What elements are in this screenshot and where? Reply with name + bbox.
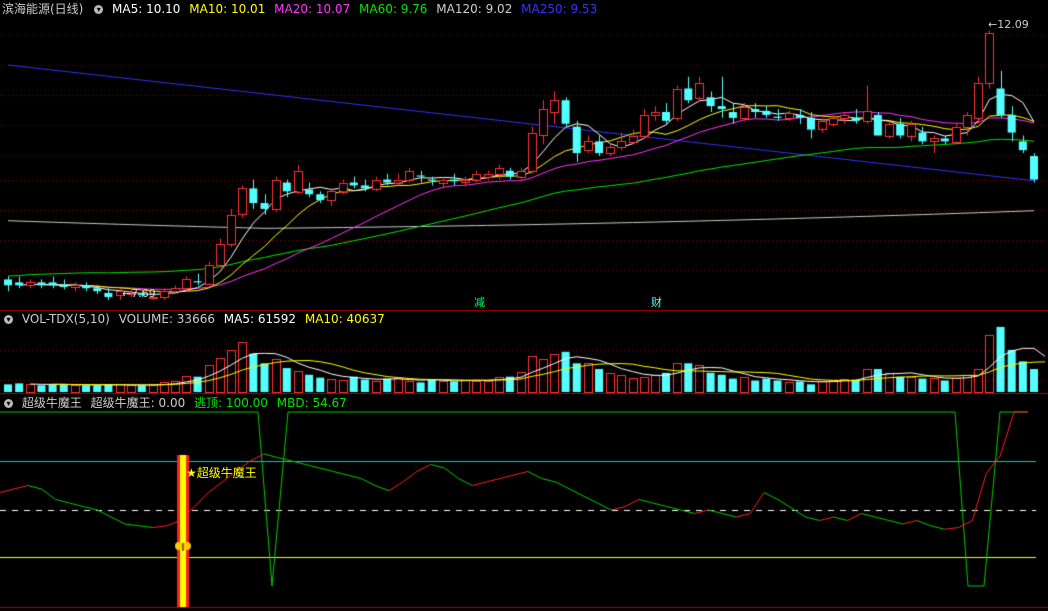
volume-ma5: MA5: 61592 [223,312,297,326]
ma10-value: MA10: 10.01 [189,2,266,16]
indicator-toggle-icon[interactable]: ▾ [4,399,13,408]
low-price-label: 7.69 [131,287,156,300]
low-price-marker: ←7.69 [122,287,156,300]
volume-value: VOLUME: 33666 [118,312,215,326]
stock-chart-canvas[interactable] [0,0,1048,611]
event-marker-finance[interactable]: 财 [651,294,662,310]
high-price-label: 12.09 [997,18,1029,31]
stock-title[interactable]: 滨海能源(日线) [2,2,83,16]
ma5-value: MA5: 10.10 [112,2,181,16]
ma60-value: MA60: 9.76 [359,2,428,16]
event-marker-reduce[interactable]: 减 [474,294,485,310]
high-price-marker: ←12.09 [988,18,1029,31]
panel-toggle-icon[interactable]: ▾ [94,5,104,14]
indicator-panel-header: ▾ 超级牛魔王 超级牛魔王: 0.00 逃顶: 100.00 MBD: 54.6… [2,395,352,411]
indicator-name[interactable]: 超级牛魔王 [22,396,82,410]
indicator-value: 超级牛魔王: 0.00 [90,396,186,410]
ma20-value: MA20: 10.07 [274,2,351,16]
volume-panel-header: ▾ VOL-TDX(5,10) VOLUME: 33666 MA5: 61592… [2,311,390,327]
escape-top-value: 逃顶: 100.00 [194,396,268,410]
ma250-value: MA250: 9.53 [521,2,598,16]
signal-label: ★超级牛魔王 [186,466,257,480]
mbd-value: MBD: 54.67 [276,396,347,410]
main-panel-header: 滨海能源(日线) ▾ MA5: 10.10 MA10: 10.01 MA20: … [2,1,602,17]
volume-ma10: MA10: 40637 [304,312,385,326]
ma120-value: MA120: 9.02 [436,2,513,16]
volume-toggle-icon[interactable]: ▾ [4,315,13,324]
volume-indicator-name[interactable]: VOL-TDX(5,10) [22,312,110,326]
